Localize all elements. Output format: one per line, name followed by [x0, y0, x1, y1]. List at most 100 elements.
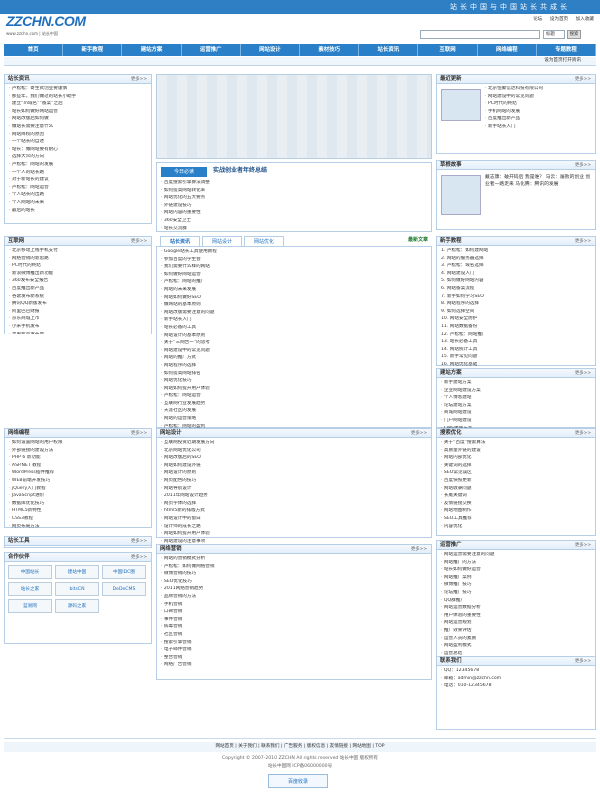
list-item[interactable]: 网站的运营策略	[161, 416, 427, 424]
list-item[interactable]: PHP 6 新功能	[9, 455, 147, 463]
list-item[interactable]: 网站的营销模式分析	[161, 556, 427, 564]
nav-promo[interactable]: 运营推广	[182, 44, 241, 56]
list-item[interactable]: Google站长工具使用教程	[161, 249, 427, 257]
list-item[interactable]: 整合营销	[161, 655, 427, 663]
more-link[interactable]: 更多>>	[575, 431, 591, 437]
list-item[interactable]: 外部链接的建设方法	[9, 448, 147, 456]
partner-logo[interactable]: 站长之家	[8, 582, 52, 596]
search-button[interactable]: 搜索	[567, 30, 581, 39]
more-link[interactable]: 更多>>	[131, 77, 147, 83]
more-link[interactable]: 更多>>	[131, 555, 147, 561]
list-item[interactable]: 内容优化	[441, 524, 591, 532]
list-item[interactable]: 网站盈利模式	[441, 643, 591, 651]
list-item[interactable]: QQ：12345678	[441, 668, 591, 676]
list-item[interactable]: jQuery入门教程	[9, 486, 147, 494]
list-item[interactable]: 那些年，我们做过的站长小助手	[9, 94, 147, 102]
list-item[interactable]: 一个人的站长路	[9, 170, 147, 178]
list-item[interactable]: 网站改版需要注意的问题	[161, 310, 427, 318]
list-item[interactable]: 站长交流群	[161, 226, 429, 234]
list-item[interactable]: 如何设置网站的用户权限	[9, 440, 147, 448]
list-item[interactable]: 京东商城上市	[9, 316, 147, 324]
list-item[interactable]: 网站的未来发展	[161, 287, 427, 295]
list-item[interactable]: 网站内容的重要性	[161, 210, 429, 218]
more-link[interactable]: 更多>>	[575, 371, 591, 377]
nav-news[interactable]: 站长资讯	[359, 44, 419, 56]
search-type-select[interactable]: 标题	[543, 30, 565, 39]
list-item[interactable]: 网站程序的选择	[161, 363, 427, 371]
list-item[interactable]: 运营人员的素质	[441, 636, 591, 644]
list-item[interactable]: 百度快照更新	[441, 478, 591, 486]
list-item[interactable]: 参加百度的学生会	[161, 257, 427, 265]
list-item[interactable]: 事件营销	[161, 617, 427, 625]
list-item[interactable]: 卢松松：网站运营	[9, 185, 147, 193]
sub-bar-link[interactable]: 设为首页打开资讯	[544, 58, 581, 65]
list-item[interactable]: 网站优化技巧	[161, 378, 427, 386]
list-item[interactable]: 商城网站建设	[441, 410, 591, 418]
list-item[interactable]: 网站的推广方式	[161, 355, 427, 363]
list-item[interactable]: 卢松松：如何做网络营销	[161, 564, 427, 572]
list-item[interactable]: 网站推广的方法	[441, 560, 591, 568]
list-item[interactable]: 4. 网站建设入门	[441, 271, 591, 279]
list-item[interactable]: 网站内部优化	[441, 455, 591, 463]
tab-design[interactable]: 网站设计	[202, 236, 242, 246]
list-item[interactable]: WEB前端开发技巧	[9, 478, 147, 486]
list-item[interactable]: 网站如何提升用户体验	[161, 531, 427, 539]
list-item[interactable]: 如何做好网站运营	[161, 272, 427, 280]
more-link[interactable]: 更多>>	[131, 431, 147, 437]
more-link[interactable]: 更多>>	[131, 539, 147, 545]
list-item[interactable]: 一个站长的自述	[9, 139, 147, 147]
partner-logo[interactable]: 中国IDC圈	[102, 565, 146, 579]
list-item[interactable]: 1. 卢松松：如何建网站	[441, 248, 591, 256]
list-item[interactable]: 如何提高网站排名	[161, 371, 427, 379]
more-link[interactable]: 更多>>	[575, 543, 591, 549]
list-item[interactable]: 百度推出新产品	[9, 286, 147, 294]
list-item[interactable]: 2. 网站的服务器选择	[441, 256, 591, 264]
list-item[interactable]: 网站改版后的SEO	[161, 455, 427, 463]
list-item[interactable]: 11. 网站数据备份	[441, 324, 591, 332]
list-item[interactable]: 网页字体的选择	[161, 501, 427, 509]
list-item[interactable]: 天涯社区的发展	[161, 408, 427, 416]
nav-home[interactable]: 首页	[4, 44, 64, 56]
site-logo[interactable]: ZZCHN.COM www.zzchn.com | 站长中国	[6, 12, 96, 36]
list-item[interactable]: 手机营销	[161, 602, 427, 610]
list-item[interactable]: 用户体验的重要性	[441, 613, 591, 621]
list-item[interactable]: 百度搜索引擎算法调整	[161, 180, 429, 188]
list-item[interactable]: JavaScript进阶	[9, 493, 147, 501]
list-item[interactable]: 北京移动上线手机支付	[9, 248, 147, 256]
list-item[interactable]: WordPress插件推荐	[9, 470, 147, 478]
list-item[interactable]: 网站设计的原则	[161, 470, 427, 478]
list-item[interactable]: 卢松松：网站的发展	[9, 162, 147, 170]
list-item[interactable]: 如何提高网站转化率	[161, 188, 429, 196]
list-item[interactable]: 数据库优化技巧	[9, 501, 147, 509]
list-item[interactable]: 电话：010-12345678	[441, 683, 591, 691]
list-item[interactable]: 站长如何做好网站运营	[9, 109, 147, 117]
list-item[interactable]: 新浪微博推出新功能	[9, 271, 147, 279]
list-item[interactable]: 10. 网站安全防护	[441, 316, 591, 324]
list-item[interactable]: 关键词的选择	[441, 463, 591, 471]
list-item[interactable]: 网站降权的原因	[9, 132, 147, 140]
partner-logo[interactable]: bitsCN	[55, 582, 99, 596]
list-item[interactable]: 病毒营销	[161, 624, 427, 632]
list-item[interactable]: 360安全卫士	[161, 218, 429, 226]
list-item[interactable]: 网站建设中的常见问题	[485, 94, 591, 102]
list-item[interactable]: 最后的站长	[9, 208, 147, 216]
list-item[interactable]: 网络广告营销	[161, 662, 427, 670]
partner-logo[interactable]: 中国站长	[8, 565, 52, 579]
list-item[interactable]: 新手站长入门	[161, 317, 427, 325]
list-item[interactable]: 腾讯QQ新版发布	[9, 301, 147, 309]
list-item[interactable]: 站长：做网站要有耐心	[9, 147, 147, 155]
list-item[interactable]: 8. 网站程序的选择	[441, 301, 591, 309]
list-item[interactable]: 3. 卢松松：域名选择	[441, 263, 591, 271]
nav-build[interactable]: 建站方案	[122, 44, 182, 56]
partner-logo[interactable]: 蓝易网	[8, 599, 52, 613]
list-item[interactable]: 门户网站建设	[441, 418, 591, 426]
list-item[interactable]: 企业网站建设方案	[441, 388, 591, 396]
list-item[interactable]: 6. 网站备案流程	[441, 286, 591, 294]
list-item[interactable]: 网站地图制作	[441, 508, 591, 516]
list-item[interactable]: 微博推广技巧	[441, 582, 591, 590]
list-item[interactable]: SEO工具推荐	[441, 516, 591, 524]
list-item[interactable]: 手机网站的发展	[485, 109, 591, 117]
list-item[interactable]: 个人网站的未来	[9, 200, 147, 208]
more-link[interactable]: 更多>>	[411, 547, 427, 553]
list-item[interactable]: 网页布局方法	[9, 524, 147, 532]
